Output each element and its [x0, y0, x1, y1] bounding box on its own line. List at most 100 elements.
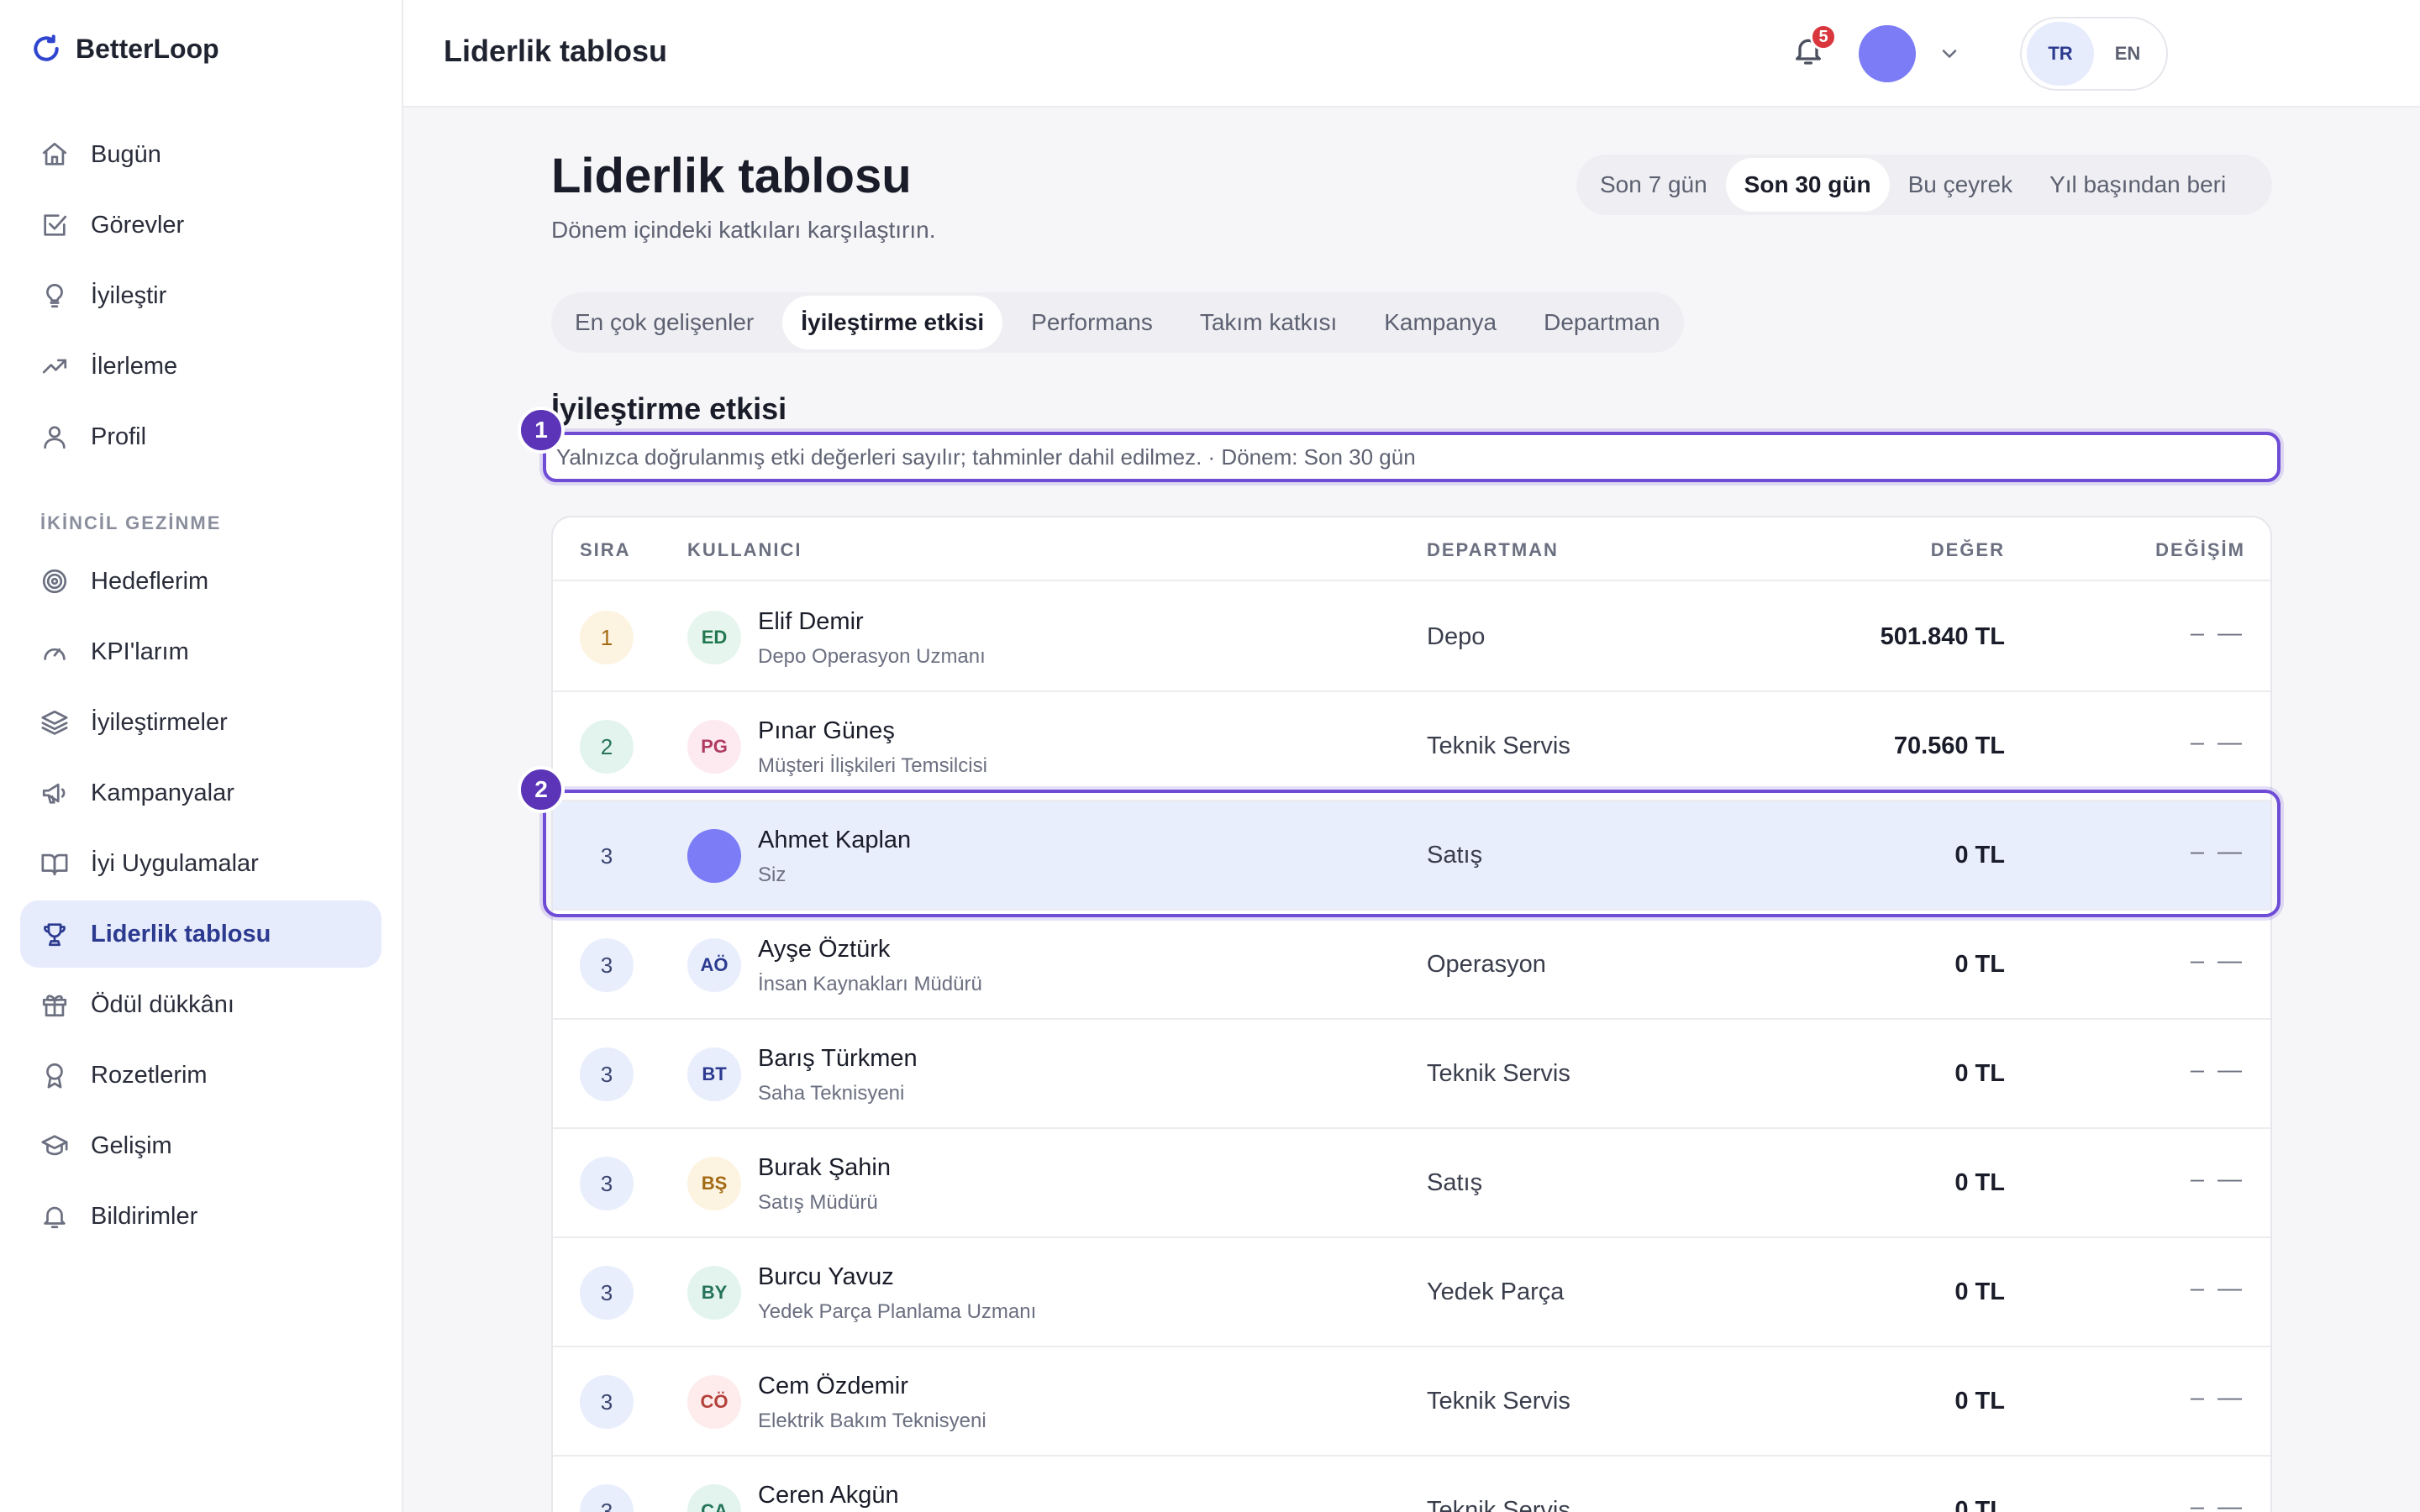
tab-departman[interactable]: Departman [1525, 296, 1679, 349]
user-department: Teknik Servis [1427, 1060, 1570, 1087]
sidebar-item-liderlik-tablosu[interactable]: Liderlik tablosu [20, 900, 381, 968]
sidebar-item-profil[interactable]: Profil [20, 403, 381, 470]
user-department: Satış [1427, 1169, 1483, 1196]
megaphone-icon [39, 777, 71, 809]
brand[interactable]: BetterLoop [30, 32, 219, 66]
topbar: Liderlik tablosu TR EN [403, 0, 2420, 108]
user-department: Teknik Servis [1427, 1497, 1570, 1512]
rank-badge: 3 [580, 1375, 634, 1429]
sidebar-item-label: KPI'larım [91, 638, 189, 665]
user-name[interactable]: Burcu Yavuz [758, 1263, 894, 1291]
sidebar-item-odul-dukkani[interactable]: Ödül dükkânı [20, 971, 381, 1038]
sidebar-item-rozetlerim[interactable]: Rozetlerim [20, 1042, 381, 1109]
rank-badge: 2 [580, 720, 634, 774]
impact-value: 0 TL [1954, 1388, 2005, 1415]
sidebar-item-gelisim[interactable]: Gelişim [20, 1112, 381, 1179]
lightbulb-icon [39, 280, 71, 312]
column-header-rank[interactable]: SIRA [580, 539, 631, 561]
column-header-change[interactable]: DEĞİŞİM [2155, 539, 2245, 561]
primary-nav: Bugün Görevler İyileştir İlerleme Profil [20, 121, 381, 474]
period-bu-ceyrek[interactable]: Bu çeyrek [1890, 158, 2032, 212]
table-header: SIRA KULLANICI DEPARTMAN DEĞER DEĞİŞİM [553, 517, 2270, 581]
impact-value: 501.840 TL [1880, 623, 2005, 650]
gift-icon [39, 989, 71, 1021]
language-en-button[interactable]: EN [2094, 22, 2161, 86]
sidebar-item-label: Ödül dükkânı [91, 990, 234, 1018]
user-department: Teknik Servis [1427, 1388, 1570, 1415]
sidebar-item-label: İyileştirmeler [91, 708, 228, 736]
user-menu-toggle[interactable] [1938, 42, 1961, 66]
tab-iyilestirme-etkisi[interactable]: İyileştirme etkisi [782, 296, 1003, 349]
rank-badge: 3 [580, 938, 634, 992]
language-toggle: TR EN [2020, 17, 2168, 91]
avatar: CÖ [687, 1375, 741, 1429]
sidebar-item-iyi-uygulamalar[interactable]: İyi Uygulamalar [20, 830, 381, 897]
tab-en-cok-gelisenler[interactable]: En çok gelişenler [556, 296, 772, 349]
sidebar-item-kpilarim[interactable]: KPI'larım [20, 618, 381, 685]
secondary-nav: Hedeflerim KPI'larım İyileştirmeler Kamp… [20, 548, 381, 1253]
user-name[interactable]: Ahmet Kaplan [758, 827, 911, 854]
sidebar-item-iyilestirmeler[interactable]: İyileştirmeler [20, 689, 381, 756]
impact-value: 0 TL [1954, 1497, 2005, 1512]
user-name[interactable]: Ayşe Öztürk [758, 936, 890, 963]
rank-badge: 3 [580, 1047, 634, 1101]
column-header-value[interactable]: DEĞER [1931, 539, 2005, 561]
table-row-current-user[interactable]: 3 Ahmet Kaplan Siz Satış 0 TL – — [553, 801, 2270, 911]
table-row[interactable]: 3 CÖ Cem Özdemir Elektrik Bakım Teknisyeni T… [553, 1347, 2270, 1457]
change-indicator: – — [2190, 729, 2245, 756]
sidebar-item-ilerleme[interactable]: İlerleme [20, 333, 381, 400]
user-avatar-button[interactable] [1859, 25, 1916, 82]
book-icon [39, 848, 71, 879]
sidebar-item-bugun[interactable]: Bugün [20, 121, 381, 188]
avatar: BŞ [687, 1157, 741, 1210]
user-name[interactable]: Ceren Akgün [758, 1482, 899, 1509]
tab-takim-katkisi[interactable]: Takım katkısı [1181, 296, 1355, 349]
change-indicator: – — [2190, 838, 2245, 865]
user-name[interactable]: Cem Özdemir [758, 1373, 908, 1400]
period-yil-basindan-beri[interactable]: Yıl başından beri [2031, 158, 2244, 212]
rank-badge: 3 [580, 829, 634, 883]
brand-name: BetterLoop [76, 33, 219, 64]
tab-kampanya[interactable]: Kampanya [1365, 296, 1515, 349]
change-indicator: – — [2190, 1057, 2245, 1084]
sidebar-item-label: Bildirimler [91, 1202, 198, 1230]
sidebar-item-label: İlerleme [91, 352, 178, 380]
sidebar-item-bildirimler[interactable]: Bildirimler [20, 1183, 381, 1250]
graduation-cap-icon [39, 1130, 71, 1162]
user-name[interactable]: Burak Şahin [758, 1154, 891, 1182]
user-name[interactable]: Elif Demir [758, 608, 864, 636]
table-row[interactable]: 3 AÖ Ayşe Öztürk İnsan Kaynakları Müdürü Ope… [553, 911, 2270, 1020]
change-indicator: – — [2190, 948, 2245, 974]
table-row[interactable]: 3 BT Barış Türkmen Saha Teknisyeni Teknik Se… [553, 1020, 2270, 1129]
sidebar-item-label: Görevler [91, 211, 185, 239]
sidebar-item-label: Kampanyalar [91, 779, 234, 806]
table-row[interactable]: 1 ED Elif Demir Depo Operasyon Uzmanı Depo 50… [553, 583, 2270, 692]
column-header-department[interactable]: DEPARTMAN [1427, 539, 1559, 561]
sidebar-item-iyilestir[interactable]: İyileştir [20, 262, 381, 329]
period-son-30-gun[interactable]: Son 30 gün [1725, 158, 1890, 212]
sidebar-item-hedeflerim[interactable]: Hedeflerim [20, 548, 381, 615]
table-row[interactable]: 3 BY Burcu Yavuz Yedek Parça Planlama Uzman… [553, 1238, 2270, 1347]
user-name[interactable]: Barış Türkmen [758, 1045, 918, 1073]
sidebar-item-kampanyalar[interactable]: Kampanyalar [20, 759, 381, 827]
user-role: Depo Operasyon Uzmanı [758, 645, 986, 668]
brand-logo-icon [34, 34, 59, 61]
user-name[interactable]: Pınar Güneş [758, 717, 895, 745]
user-department: Depo [1427, 623, 1486, 650]
period-son-7-gun[interactable]: Son 7 gün [1581, 158, 1726, 212]
change-indicator: – — [2190, 1384, 2245, 1411]
table-row[interactable]: 3 BŞ Burak Şahin Satış Müdürü Satış 0 TL – — [553, 1129, 2270, 1238]
secondary-nav-heading: İKİNCİL GEZİNME [40, 512, 222, 533]
tab-performans[interactable]: Performans [1013, 296, 1171, 349]
change-indicator: – — [2190, 1275, 2245, 1302]
user-role: Elektrik Bakım Teknisyeni [758, 1410, 986, 1432]
target-icon [39, 565, 71, 597]
impact-value: 0 TL [1954, 842, 2005, 869]
sidebar-item-gorevler[interactable]: Görevler [20, 192, 381, 259]
table-row[interactable]: 2 PG Pınar Güneş Müşteri İlişkileri Temsilc… [553, 692, 2270, 801]
table-row[interactable]: 3 CA Ceren Akgün Teknik Servis 0 TL – — [553, 1457, 2270, 1512]
avatar: BT [687, 1047, 741, 1101]
page-subtitle: Dönem içindeki katkıları karşılaştırın. [551, 217, 936, 243]
language-tr-button[interactable]: TR [2027, 22, 2094, 86]
column-header-user[interactable]: KULLANICI [687, 539, 802, 561]
